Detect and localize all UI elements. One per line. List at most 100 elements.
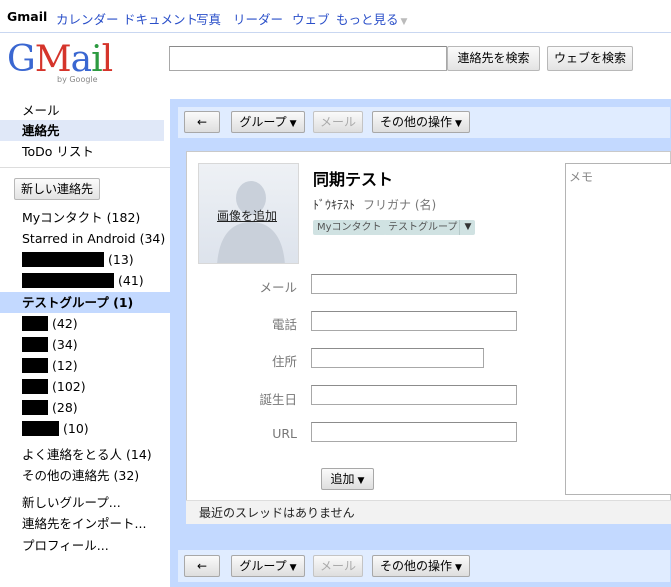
sidebar-item-mail[interactable]: メール (0, 100, 164, 121)
group-menu-button[interactable]: グループ ▼ (231, 111, 305, 133)
profile-link[interactable]: プロフィール... (0, 535, 164, 556)
group-menu-label: グループ (239, 559, 287, 573)
field-label-phone: 電話 (271, 317, 297, 332)
group-item[interactable]: (28) (0, 397, 164, 418)
contact-reading[interactable]: ﾄﾞｳｷﾃｽﾄ (313, 198, 355, 212)
gmail-logo[interactable]: GMail by Google (7, 39, 113, 88)
add-photo-link[interactable]: 画像を追加 (217, 207, 277, 224)
mail-button[interactable]: メール (313, 555, 363, 577)
new-contact-button[interactable]: 新しい連絡先 (14, 178, 100, 200)
toolbar-bottom: ← グループ ▼ メール その他の操作 ▼ (177, 549, 671, 583)
field-label-birthday: 誕生日 (259, 392, 297, 407)
field-label-address: 住所 (271, 354, 297, 369)
group-label: Myコンタクト (22, 210, 103, 225)
group-item[interactable]: (13) (0, 249, 164, 270)
top-navigation-bar: Gmail カレンダー ドキュメント 写真 リーダー ウェブ もっと見る ▼ (0, 0, 671, 33)
group-count: (42) (51, 316, 78, 331)
redacted-label (22, 379, 48, 394)
more-actions-label: その他の操作 (380, 115, 453, 129)
group-item-other[interactable]: その他の連絡先 (32) (0, 465, 164, 486)
group-item[interactable]: (102) (0, 376, 164, 397)
logo-letter: i (91, 39, 102, 80)
nav-web[interactable]: ウェブ (292, 9, 330, 28)
email-field[interactable] (311, 274, 517, 294)
group-item-selected[interactable]: テストグループ (1) (0, 292, 170, 313)
more-actions-button[interactable]: その他の操作 ▼ (372, 555, 470, 577)
group-menu-button[interactable]: グループ ▼ (231, 555, 305, 577)
group-label: よく連絡をとる人 (22, 447, 123, 462)
group-item[interactable]: (12) (0, 355, 164, 376)
search-web-button[interactable]: ウェブを検索 (547, 46, 633, 71)
more-actions-button[interactable]: その他の操作 ▼ (372, 111, 470, 133)
group-item[interactable]: (41) (0, 270, 164, 291)
recent-threads-status: 最近のスレッドはありません (186, 500, 671, 524)
sidebar-item-todo[interactable]: ToDo リスト (0, 141, 164, 162)
sidebar-divider (0, 167, 170, 168)
search-input[interactable] (169, 46, 447, 71)
phone-field[interactable] (311, 311, 517, 331)
redacted-label (22, 316, 48, 331)
logo-letter: l (101, 39, 113, 80)
redacted-label (22, 252, 104, 267)
chevron-down-icon: ▼ (289, 119, 297, 129)
nav-photos[interactable]: 写真 (196, 9, 221, 28)
memo-placeholder: メモ (569, 170, 594, 184)
logo-letter: G (7, 39, 36, 80)
back-button[interactable]: ← (184, 111, 220, 133)
group-chip-testgroup[interactable]: テストグループ ▼ (384, 220, 476, 235)
group-item[interactable]: (10) (0, 418, 164, 439)
birthday-field[interactable] (311, 385, 517, 405)
nav-more-label: もっと見る (336, 12, 399, 27)
contact-name[interactable]: 同期テスト (313, 166, 393, 190)
toolbar-top: ← グループ ▼ メール その他の操作 ▼ (177, 106, 671, 139)
furigana-placeholder[interactable]: フリガナ (名) (363, 198, 436, 212)
group-count: (182) (106, 210, 141, 225)
group-item[interactable]: Myコンタクト (182) (0, 207, 164, 228)
group-count: (10) (62, 421, 89, 436)
nav-documents[interactable]: ドキュメント (123, 9, 198, 28)
redacted-label (22, 421, 59, 436)
chevron-down-icon: ▼ (400, 17, 408, 27)
nav-more[interactable]: もっと見る ▼ (336, 9, 407, 28)
import-contacts-link[interactable]: 連絡先をインポート... (0, 513, 164, 534)
redacted-label (22, 400, 48, 415)
sidebar-item-contacts[interactable]: 連絡先 (0, 120, 164, 141)
redacted-label (22, 337, 48, 352)
mail-button[interactable]: メール (313, 111, 363, 133)
field-label-url: URL (272, 426, 297, 441)
group-count: (13) (107, 252, 134, 267)
group-count: (41) (117, 273, 144, 288)
url-field[interactable] (311, 422, 517, 442)
new-group-link[interactable]: 新しいグループ... (0, 492, 164, 513)
logo-letter: a (70, 39, 92, 80)
address-field[interactable] (311, 348, 484, 368)
memo-field[interactable]: メモ (565, 163, 671, 495)
group-item-frequent[interactable]: よく連絡をとる人 (14) (0, 444, 164, 465)
nav-reader[interactable]: リーダー (233, 9, 283, 28)
add-field-label: 追加 (330, 472, 355, 486)
logo-letter: M (34, 39, 72, 80)
field-label-email: メール (259, 280, 297, 295)
back-arrow-icon: ← (196, 559, 208, 573)
group-item[interactable]: (42) (0, 313, 164, 334)
chevron-down-icon: ▼ (357, 476, 365, 486)
chevron-down-icon[interactable]: ▼ (459, 220, 475, 235)
group-menu-label: グループ (239, 115, 287, 129)
back-button[interactable]: ← (184, 555, 220, 577)
search-contacts-button[interactable]: 連絡先を検索 (447, 46, 540, 71)
group-item[interactable]: (34) (0, 334, 164, 355)
group-label: その他の連絡先 (22, 468, 110, 483)
chevron-down-icon: ▼ (455, 119, 462, 129)
group-chip-mycontacts[interactable]: Myコンタクト (313, 220, 386, 235)
chip-label: テストグループ (388, 222, 458, 233)
group-label: Starred in Android (22, 231, 136, 246)
back-arrow-icon: ← (196, 115, 208, 129)
redacted-label (22, 273, 114, 288)
add-field-button[interactable]: 追加 ▼ (321, 468, 374, 490)
nav-gmail[interactable]: Gmail (7, 9, 47, 24)
contact-reading-row: ﾄﾞｳｷﾃｽﾄ フリガナ (名) (313, 196, 436, 213)
group-count: (28) (51, 400, 78, 415)
group-item[interactable]: Starred in Android (34) (0, 228, 166, 249)
nav-calendar[interactable]: カレンダー (56, 9, 119, 28)
group-count: (34) (139, 231, 166, 246)
